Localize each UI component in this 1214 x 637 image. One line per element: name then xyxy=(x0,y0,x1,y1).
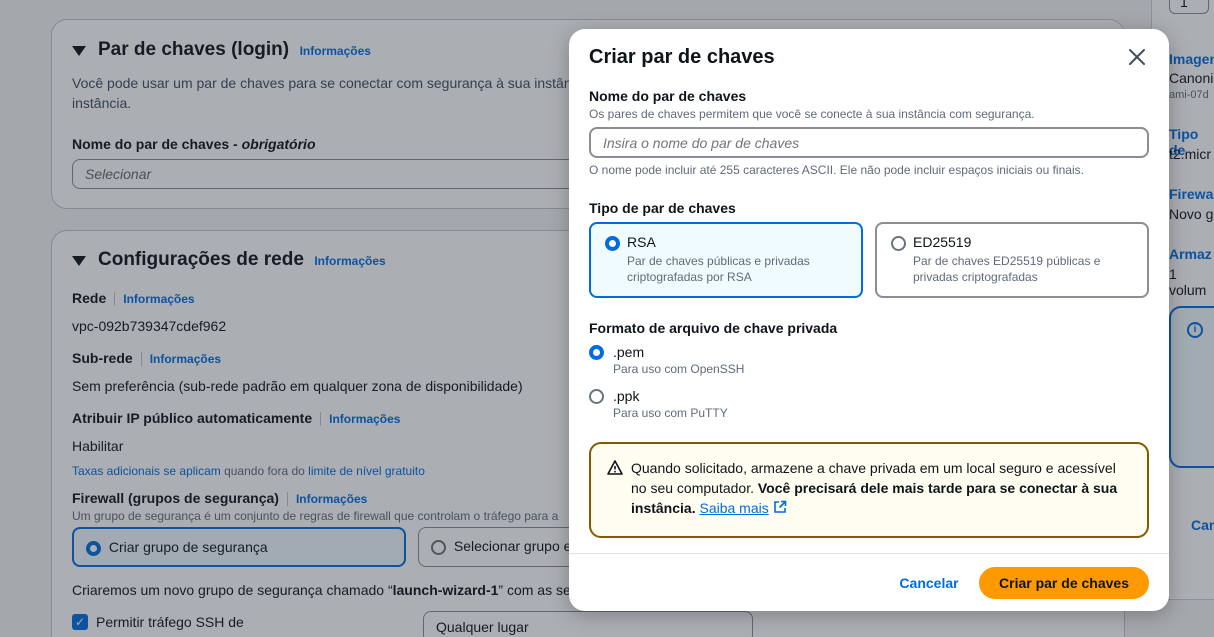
keypair-name-desc: Os pares de chaves permitem que você se … xyxy=(589,107,1035,121)
keypair-type-label: Tipo de par de chaves xyxy=(589,200,736,216)
keypair-name-constraint: O nome pode incluir até 255 caracteres A… xyxy=(589,163,1084,177)
rsa-option[interactable]: RSA Par de chaves públicas e privadas cri… xyxy=(589,222,863,298)
keypair-name-label: Nome do par de chaves xyxy=(589,88,747,104)
close-icon[interactable] xyxy=(1127,47,1147,67)
ed25519-title: ED25519 xyxy=(913,234,972,250)
format-label: Formato de arquivo de chave privada xyxy=(589,320,838,336)
cancel-button[interactable]: Cancelar xyxy=(878,567,980,599)
keypair-name-input[interactable] xyxy=(589,127,1149,158)
footer-divider xyxy=(569,553,1169,554)
create-keypair-button[interactable]: Criar par de chaves xyxy=(979,567,1149,599)
warning-text-2: no seu computador. xyxy=(631,480,758,496)
modal-title: Criar par de chaves xyxy=(589,46,775,68)
rsa-title: RSA xyxy=(627,234,656,250)
ed25519-desc: Par de chaves ED25519 públicas e privadas… xyxy=(913,254,1101,284)
ppk-option[interactable]: .ppk Para uso com PuTTY xyxy=(589,388,728,420)
pem-option[interactable]: .pem Para uso com OpenSSH xyxy=(589,344,744,376)
radio-icon xyxy=(891,236,906,251)
ed25519-option[interactable]: ED25519 Par de chaves ED25519 públicas e… xyxy=(875,222,1149,298)
create-keypair-modal: Criar par de chaves Nome do par de chave… xyxy=(569,29,1169,611)
warning-text-1: Quando solicitado, armazene a chave priv… xyxy=(631,460,1116,476)
rsa-desc: Par de chaves públicas e privadas criptog… xyxy=(627,254,810,284)
radio-icon xyxy=(589,389,604,404)
warning-icon xyxy=(607,460,623,480)
radio-selected-icon xyxy=(605,236,620,251)
learn-more-link[interactable]: Saiba mais xyxy=(699,500,768,516)
external-link-icon[interactable] xyxy=(773,499,787,519)
radio-selected-icon xyxy=(589,345,604,360)
warning-alert: Quando solicitado, armazene a chave priv… xyxy=(589,442,1149,538)
